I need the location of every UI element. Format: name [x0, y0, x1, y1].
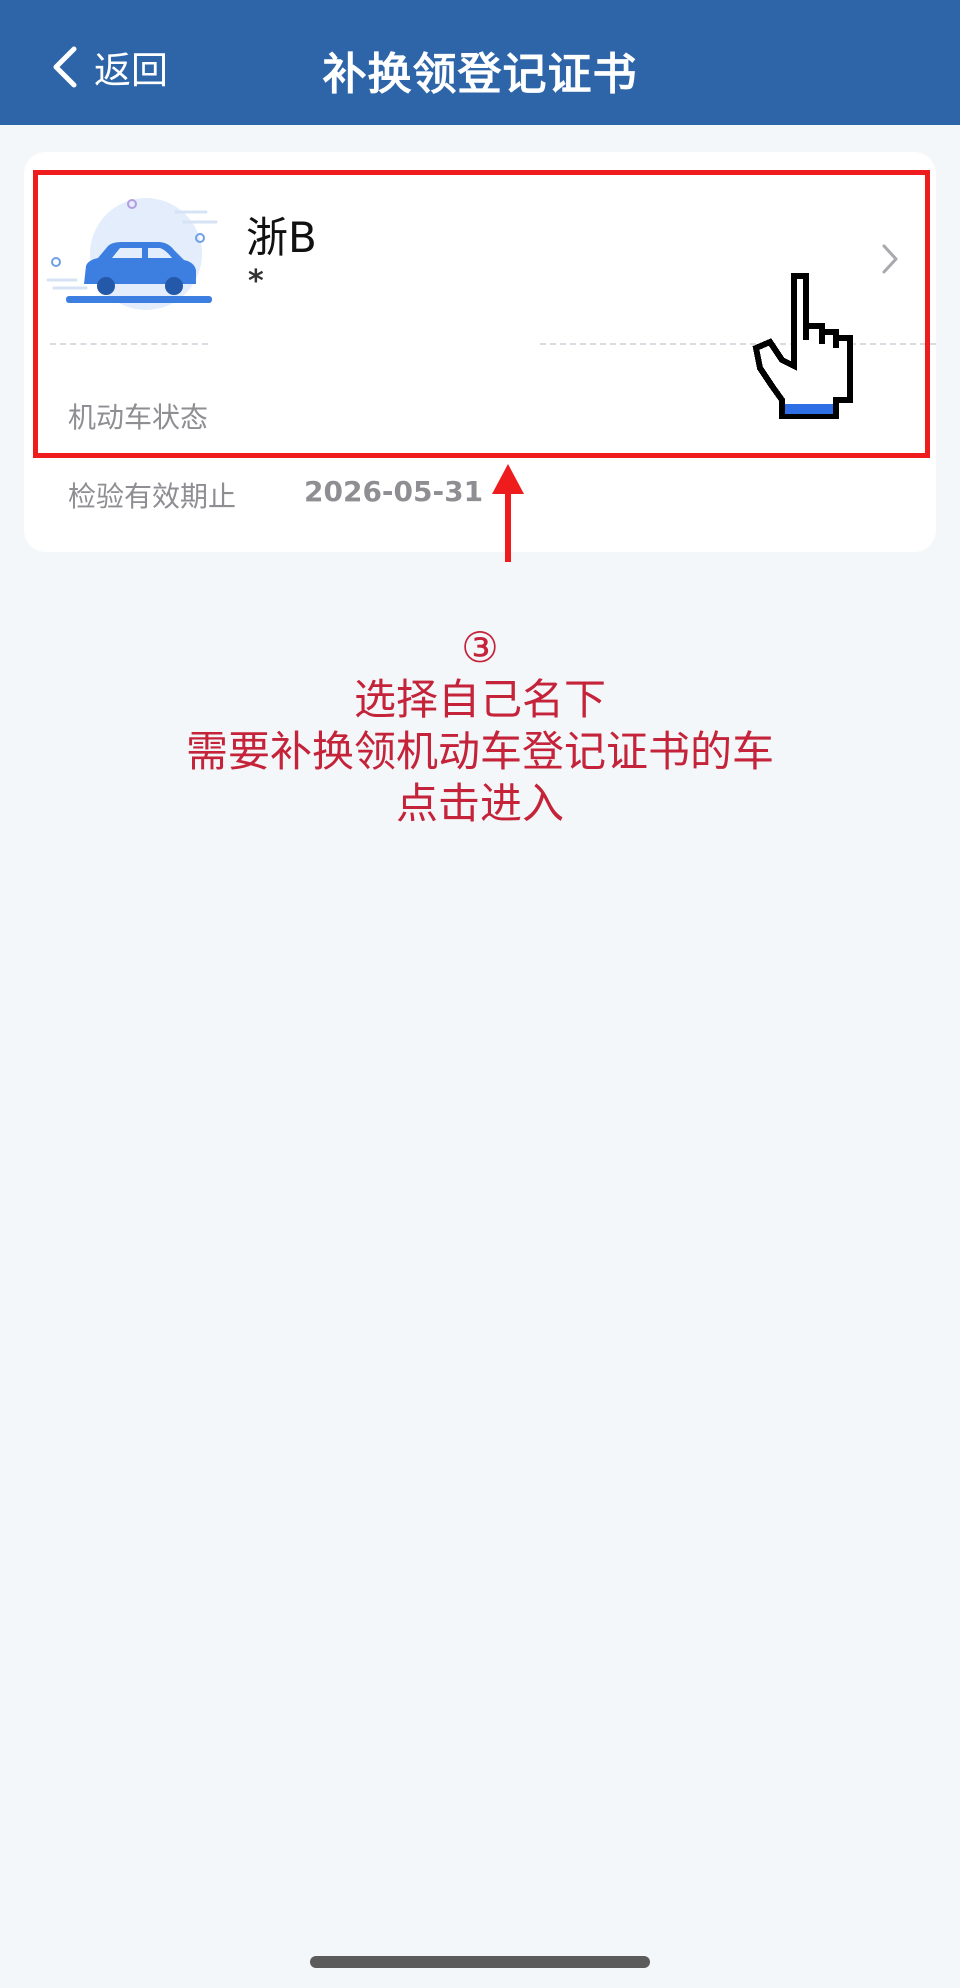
- arrow-up-icon: [488, 462, 528, 568]
- instruction-line: 点击进入: [395, 779, 564, 828]
- home-indicator[interactable]: [310, 1956, 650, 1968]
- instruction-annotation: ③ 选择自己名下 需要补换领机动车登记证书的车 点击进入: [0, 622, 960, 830]
- instruction-line: 需要补换领机动车登记证书的车: [185, 727, 774, 776]
- inspection-label: 检验有效期止: [68, 480, 237, 513]
- step-number: ③: [461, 623, 499, 672]
- app-header: 返回 补换领登记证书: [0, 0, 960, 125]
- inspection-date: 2026-05-31: [304, 475, 484, 508]
- instruction-line: 选择自己名下: [353, 675, 606, 724]
- page-title: 补换领登记证书: [322, 49, 638, 100]
- hand-pointer-icon: [752, 268, 902, 442]
